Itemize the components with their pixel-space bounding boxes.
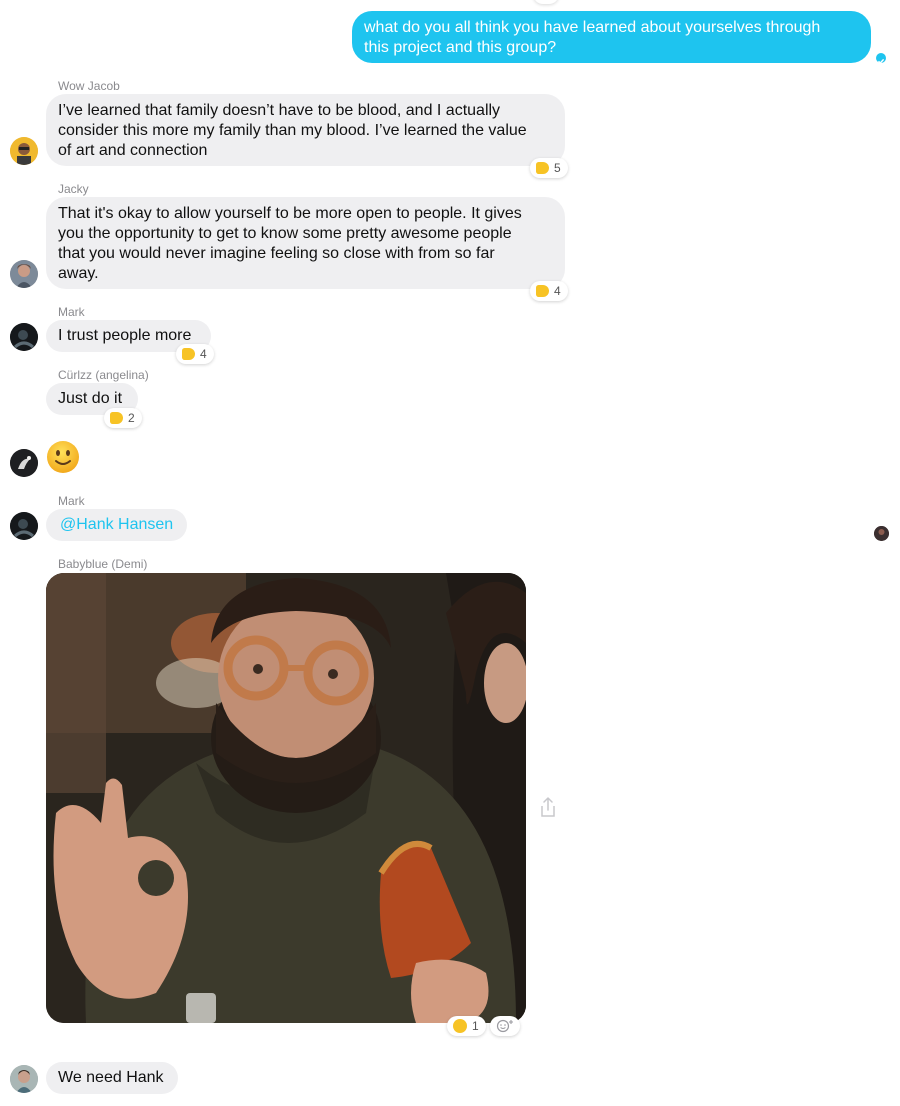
thumbs-up-icon: [536, 285, 549, 297]
reaction-badge[interactable]: 4: [530, 281, 568, 301]
add-reaction-button[interactable]: [490, 1016, 520, 1036]
avatar[interactable]: [10, 1065, 38, 1093]
sender-name: Mark: [58, 305, 85, 319]
avatar[interactable]: [10, 512, 38, 540]
reaction-badge[interactable]: 2: [104, 408, 142, 428]
thumbs-up-icon: [110, 412, 123, 424]
thumbs-up-icon: [182, 348, 195, 360]
sender-name: Wow Jacob: [58, 79, 120, 93]
message-bubble[interactable]: That it's okay to allow yourself to be m…: [46, 197, 565, 289]
read-receipt-avatar: [874, 526, 889, 541]
avatar[interactable]: [10, 449, 38, 477]
message-bubble[interactable]: We need Hank: [46, 1062, 178, 1094]
reaction-badge[interactable]: 1: [447, 1016, 486, 1036]
photo-attachment[interactable]: [46, 573, 526, 1023]
seen-check-icon: [876, 53, 886, 65]
slightly-smiling-face-icon[interactable]: [46, 440, 80, 474]
sender-name: Mark: [58, 494, 85, 508]
mention-link[interactable]: @Hank Hansen: [46, 509, 187, 541]
message-bubble[interactable]: I’ve learned that family doesn’t have to…: [46, 94, 565, 166]
heart-eyes-icon: [453, 1019, 467, 1033]
sender-name: Cürlzz (angelina): [58, 368, 149, 382]
reaction-badge-partial: [533, 0, 559, 4]
sender-name: Jacky: [58, 182, 89, 196]
add-reaction-icon: [496, 1019, 514, 1033]
sender-name: Babyblue (Demi): [58, 557, 148, 571]
thumbs-up-icon: [536, 162, 549, 174]
avatar[interactable]: [10, 137, 38, 165]
reaction-badge[interactable]: 4: [176, 344, 214, 364]
avatar[interactable]: [10, 260, 38, 288]
reaction-badge[interactable]: 5: [530, 158, 568, 178]
avatar[interactable]: [10, 323, 38, 351]
share-icon[interactable]: [539, 796, 557, 818]
outgoing-message-bubble[interactable]: what do you all think you have learned a…: [352, 11, 871, 63]
